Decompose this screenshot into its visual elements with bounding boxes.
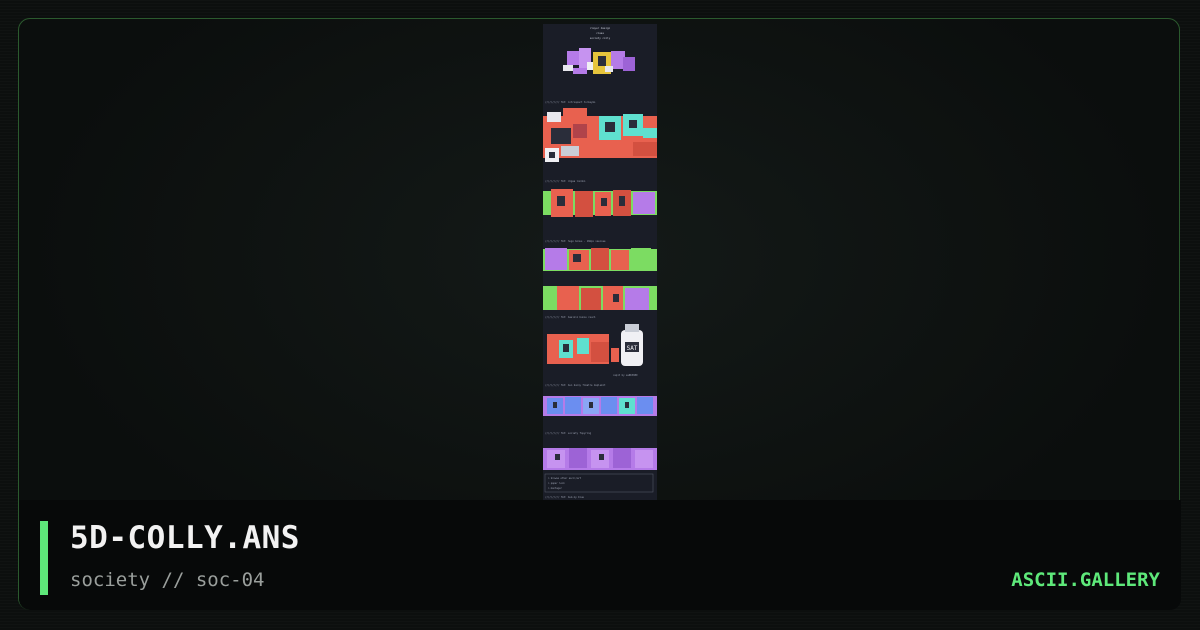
artwork-logo-block [563,48,635,74]
section-label: ////////// fmt: society fopyring [545,432,592,435]
artwork-credit: cepit by saRK3989 [613,374,638,377]
svg-text:SAT: SAT [627,345,638,352]
artwork-group-line: society // soc-04 [70,569,265,591]
accent-bar [40,521,48,595]
section-label: ////////// fmt: introspact turkeymo [545,101,596,104]
section-label: ////////// fmt: bun bunny fimatre deplum… [545,384,606,387]
section-label: ////////// fmt: bum my blue [545,496,584,499]
artwork-title: 5D-COLLY.ANS [70,520,300,556]
artwork-graffiti-block [543,448,657,470]
artwork-graffiti-block [543,108,657,162]
ansi-artwork-preview[interactable]: clayer design clase society colly //////… [543,24,657,500]
artwork-header-line: clayer design [590,26,611,30]
artwork-spraycan-block: SAT [547,324,643,366]
artwork-graffiti-block [543,189,657,217]
ansi-artwork-canvas: clayer design clase society colly //////… [543,26,657,499]
artwork-header-line: clase [596,31,604,35]
artwork-menu-line: > montager [548,487,562,490]
section-label: ////////// fmt: digea london [545,180,586,183]
artwork-graffiti-block [543,248,657,310]
artwork-menu-line: > paper lock [548,482,565,485]
artwork-graffiti-block [543,396,657,416]
site-brand-link[interactable]: ASCII.GALLERY [1011,569,1160,591]
artwork-menu-box: > browse other ascii/art > paper lock > … [544,473,654,493]
artwork-menu-line: > browse other ascii/art [548,477,582,480]
artwork-header: clayer design clase society colly [590,26,611,40]
section-label: ////////// fmt: hugo bonus - 10mpx vasco… [545,240,606,243]
section-label: ////////// fmt: basiniz bunou reuch [545,316,596,319]
artwork-header-line: society colly [590,36,611,40]
